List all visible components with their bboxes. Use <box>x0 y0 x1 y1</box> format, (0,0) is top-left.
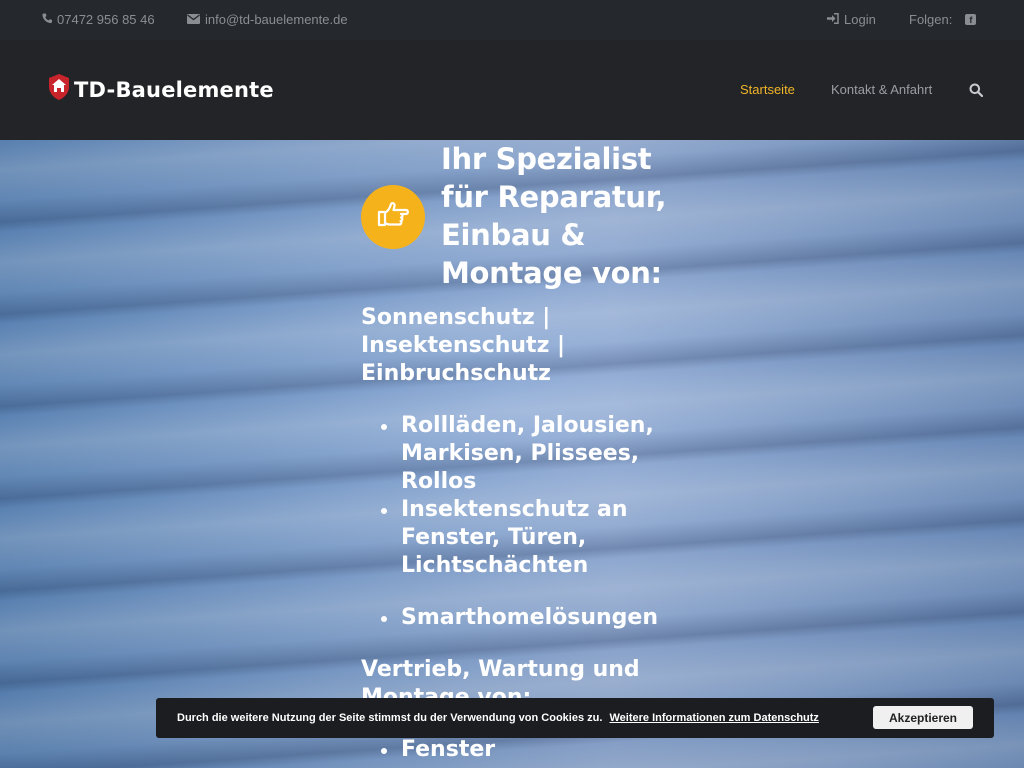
phone-number: 07472 956 85 46 <box>57 12 155 27</box>
list-item-line: Rollläden, Jalousien, <box>401 413 654 438</box>
nav-kontakt-anfahrt[interactable]: Kontakt & Anfahrt <box>831 82 932 97</box>
cookie-text-container: Durch die weitere Nutzung der Seite stim… <box>177 712 819 724</box>
follow-section: Folgen: f <box>909 12 977 27</box>
hero-title-line: Montage von: <box>441 256 662 290</box>
login-link[interactable]: Login <box>827 12 876 27</box>
email-contact[interactable]: info@td-bauelemente.de <box>187 12 348 27</box>
list-item: Rollläden, Jalousien, Markisen, Plissees… <box>381 412 671 496</box>
smarthome-list: Smarthomelösungen <box>381 604 671 632</box>
envelope-icon <box>187 12 200 27</box>
top-bar: 07472 956 85 46 info@td-bauelemente.de L… <box>0 0 1024 40</box>
privacy-link[interactable]: Weitere Informationen zum Datenschutz <box>609 712 818 724</box>
list-item-line: Markisen, Plissees, <box>401 441 640 466</box>
facebook-icon[interactable]: f <box>965 14 977 25</box>
site-header: TD-Bauelemente Startseite Kontakt & Anfa… <box>0 40 1024 140</box>
hero-title-line: Einbau & <box>441 218 586 252</box>
phone-icon <box>42 12 52 27</box>
list-item-line: Fenster, Türen, <box>401 525 587 550</box>
hero-subtitle-line: Vertrieb, Wartung und <box>361 657 640 682</box>
list-item-line: Rollos <box>401 469 477 494</box>
sign-in-icon <box>827 12 839 27</box>
search-icon[interactable] <box>969 83 984 102</box>
login-label: Login <box>844 12 876 27</box>
hero-section: Ihr Spezialist für Reparatur, Einbau & M… <box>0 140 1024 768</box>
list-item: Insektenschutz an Fenster, Türen, Lichts… <box>381 496 671 580</box>
hero-subtitle-line: Einbruchschutz <box>361 361 551 386</box>
list-item-line: Insektenschutz an <box>401 497 628 522</box>
hero-subtitle-line: Sonnenschutz | <box>361 305 551 330</box>
hero-title: Ihr Spezialist für Reparatur, Einbau & M… <box>441 140 681 292</box>
hero-title-line: Ihr Spezialist <box>441 142 652 176</box>
site-logo[interactable]: TD-Bauelemente <box>48 73 274 106</box>
hero-title-line: für Reparatur, <box>441 180 667 214</box>
list-item-line: Lichtschächten <box>401 553 589 578</box>
list-item: Smarthomelösungen <box>381 604 671 632</box>
follow-label: Folgen: <box>909 12 953 27</box>
house-shield-icon <box>48 73 70 106</box>
hand-pointing-right-icon <box>376 201 410 233</box>
accept-cookies-button[interactable]: Akzeptieren <box>873 706 973 729</box>
logo-text: TD-Bauelemente <box>74 77 274 102</box>
service-list: Rollläden, Jalousien, Markisen, Plissees… <box>381 412 671 580</box>
phone-contact[interactable]: 07472 956 85 46 <box>42 12 155 27</box>
cookie-banner: Durch die weitere Nutzung der Seite stim… <box>156 698 994 738</box>
nav-startseite[interactable]: Startseite <box>740 82 795 97</box>
hero-icon-circle <box>361 185 425 249</box>
hero-subtitle-line: Insektenschutz | <box>361 333 566 358</box>
hero-subtitle: Sonnenschutz | Insektenschutz | Einbruch… <box>361 304 661 388</box>
cookie-message: Durch die weitere Nutzung der Seite stim… <box>177 712 603 724</box>
product-list: Fenster <box>381 736 671 764</box>
list-item: Fenster <box>381 736 671 764</box>
email-address: info@td-bauelemente.de <box>205 12 348 27</box>
